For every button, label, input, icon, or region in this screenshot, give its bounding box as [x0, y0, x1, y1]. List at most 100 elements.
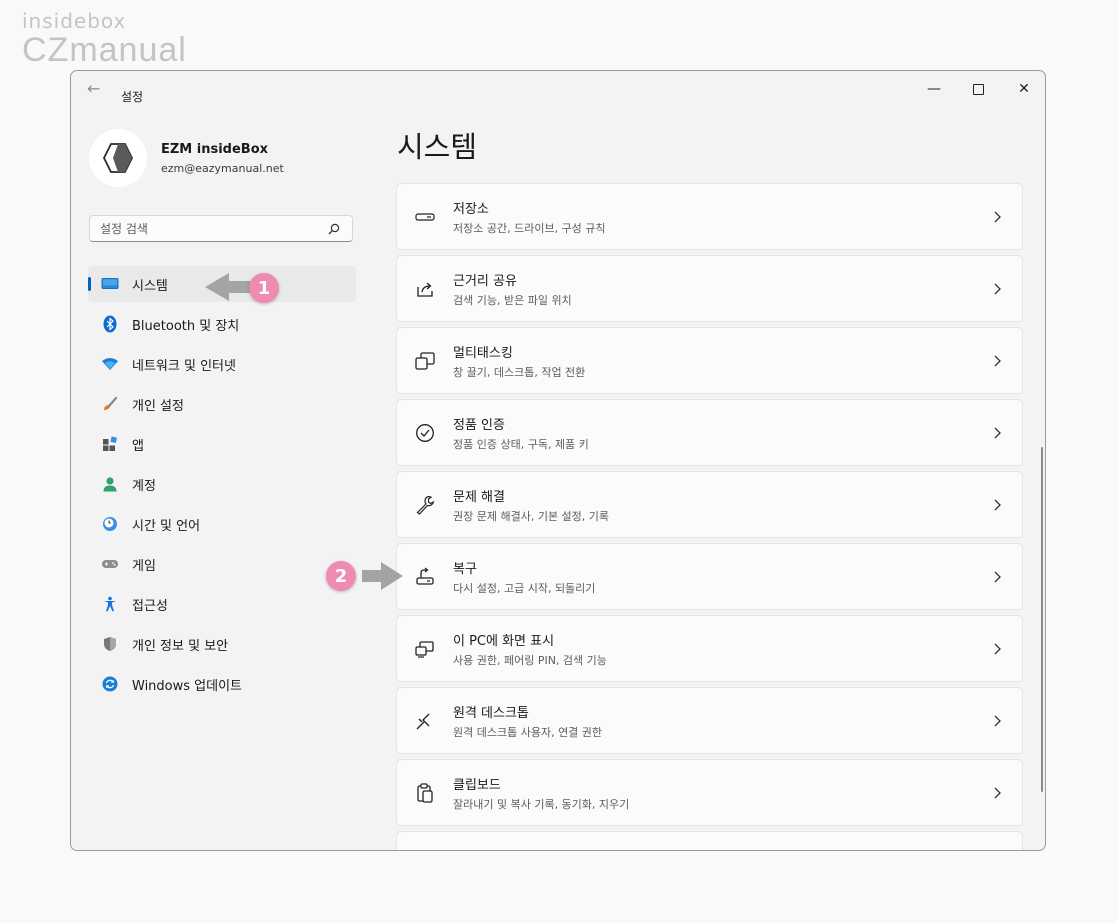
- card-subtitle: 창 끌기, 데스크톱, 작업 전환: [453, 365, 586, 379]
- card-title: 클립보드: [453, 777, 501, 793]
- shield-icon: [100, 634, 120, 654]
- search-input[interactable]: 설정 검색: [100, 220, 324, 237]
- close-button[interactable]: ✕: [1001, 75, 1045, 103]
- multitasking-icon: [413, 349, 437, 373]
- profile-name: EZM insideBox: [161, 141, 269, 157]
- annotation-arrow-2: [362, 562, 403, 590]
- card-title: 정품 인증: [453, 417, 505, 433]
- monitor-icon: [100, 274, 120, 294]
- card-troubleshoot[interactable]: 문제 해결 권장 문제 해결사, 기본 설정, 기록: [396, 471, 1023, 538]
- avatar-hexagon-icon: [103, 143, 133, 173]
- title-bar: ← 설정 — ✕: [71, 71, 1045, 105]
- clock-globe-icon: [100, 514, 120, 534]
- accessibility-icon: [100, 594, 120, 614]
- annotation-badge-2: 2: [326, 561, 356, 591]
- card-subtitle: 권장 문제 해결사, 기본 설정, 기록: [453, 509, 610, 523]
- card-recovery[interactable]: 복구 다시 설정, 고급 시작, 되돌리기: [396, 543, 1023, 610]
- card-clipboard[interactable]: 클립보드 잘라내기 및 복사 기록, 동기화, 지우기: [396, 759, 1023, 826]
- card-title: 문제 해결: [453, 489, 505, 505]
- project-icon: [413, 637, 437, 661]
- sidebar-item-apps[interactable]: 앱: [88, 426, 356, 462]
- chevron-right-icon: [990, 283, 1004, 295]
- card-project-to-pc[interactable]: 이 PC에 화면 표시 사용 권한, 페어링 PIN, 검색 기능: [396, 615, 1023, 682]
- card-activation[interactable]: 정품 인증 정품 인증 상태, 구독, 제품 키: [396, 399, 1023, 466]
- settings-window: ← 설정 — ✕ EZM insideBox ezm@eazymanual.ne…: [70, 70, 1046, 851]
- wrench-icon: [413, 493, 437, 517]
- share-icon: [413, 277, 437, 301]
- annotation-badge-1: 1: [249, 273, 279, 303]
- update-icon: [100, 674, 120, 694]
- sidebar-item-label: Windows 업데이트: [132, 678, 243, 694]
- chevron-right-icon: [990, 355, 1004, 367]
- chevron-right-icon: [990, 427, 1004, 439]
- bluetooth-icon: [100, 314, 120, 334]
- apps-icon: [100, 434, 120, 454]
- sidebar-item-privacy[interactable]: 개인 정보 및 보안: [88, 626, 356, 662]
- storage-icon: [413, 205, 437, 229]
- sidebar-item-windows-update[interactable]: Windows 업데이트: [88, 666, 356, 702]
- sidebar-item-bluetooth[interactable]: Bluetooth 및 장치: [88, 306, 356, 342]
- clipboard-icon: [413, 781, 437, 805]
- sidebar-item-time-language[interactable]: 시간 및 언어: [88, 506, 356, 542]
- card-subtitle: 원격 데스크톱 사용자, 연결 권한: [453, 725, 603, 739]
- annotation-arrow-1: [205, 273, 251, 301]
- settings-card-list: 저장소 저장소 공간, 드라이브, 구성 규칙 근거리 공유 검색 기능, 받은…: [396, 183, 1023, 850]
- search-icon[interactable]: [324, 223, 344, 235]
- card-title: 복구: [453, 561, 477, 577]
- sidebar-item-gaming[interactable]: 게임: [88, 546, 356, 582]
- card-multitasking[interactable]: 멀티태스킹 창 끌기, 데스크톱, 작업 전환: [396, 327, 1023, 394]
- sidebar-item-personalization[interactable]: 개인 설정: [88, 386, 356, 422]
- user-profile[interactable]: EZM insideBox ezm@eazymanual.net: [89, 129, 284, 187]
- watermark-small-text: insidebox: [22, 9, 127, 33]
- account-icon: [100, 474, 120, 494]
- sidebar-item-label: 개인 정보 및 보안: [132, 638, 229, 654]
- window-title: 설정: [121, 90, 144, 104]
- watermark-big-text: CZmanual: [22, 31, 187, 69]
- card-partial[interactable]: [396, 831, 1023, 850]
- avatar: [89, 129, 147, 187]
- back-arrow-icon[interactable]: ←: [87, 79, 100, 98]
- card-title: 멀티태스킹: [453, 345, 513, 361]
- close-icon: ✕: [1018, 81, 1030, 97]
- sidebar-item-label: 계정: [132, 478, 156, 494]
- minimize-button[interactable]: —: [911, 75, 957, 103]
- recovery-icon: [413, 565, 437, 589]
- sidebar-item-label: 네트워크 및 인터넷: [132, 358, 236, 374]
- sidebar-item-accounts[interactable]: 계정: [88, 466, 356, 502]
- card-subtitle: 잘라내기 및 복사 기록, 동기화, 지우기: [453, 797, 630, 811]
- sidebar-item-label: Bluetooth 및 장치: [132, 318, 240, 334]
- card-nearby-sharing[interactable]: 근거리 공유 검색 기능, 받은 파일 위치: [396, 255, 1023, 322]
- chevron-right-icon: [990, 571, 1004, 583]
- sidebar-item-label: 게임: [132, 558, 156, 574]
- maximize-button[interactable]: [955, 75, 1001, 103]
- vertical-scrollbar[interactable]: [1041, 447, 1043, 792]
- search-box[interactable]: 설정 검색: [89, 215, 353, 242]
- sidebar-item-accessibility[interactable]: 접근성: [88, 586, 356, 622]
- chevron-right-icon: [990, 643, 1004, 655]
- sidebar-item-label: 시간 및 언어: [132, 518, 201, 534]
- wifi-icon: [100, 354, 120, 374]
- card-subtitle: 정품 인증 상태, 구독, 제품 키: [453, 437, 589, 451]
- maximize-icon: [972, 83, 984, 95]
- gamepad-icon: [100, 554, 120, 574]
- card-title: 저장소: [453, 201, 489, 217]
- sidebar-item-label: 개인 설정: [132, 398, 184, 414]
- sidebar-item-label: 시스템: [132, 278, 168, 294]
- brush-icon: [100, 394, 120, 414]
- card-title: 원격 데스크톱: [453, 705, 529, 721]
- sidebar-item-network[interactable]: 네트워크 및 인터넷: [88, 346, 356, 382]
- activation-icon: [413, 421, 437, 445]
- card-title: 이 PC에 화면 표시: [453, 633, 555, 649]
- chevron-right-icon: [990, 715, 1004, 727]
- sidebar-item-label: 접근성: [132, 598, 168, 614]
- sidebar-nav: 시스템 Bluetooth 및 장치 네트워크 및 인터넷 개인 설정 앱 계정…: [88, 266, 356, 706]
- card-subtitle: 사용 권한, 페어링 PIN, 검색 기능: [453, 653, 607, 667]
- card-storage[interactable]: 저장소 저장소 공간, 드라이브, 구성 규칙: [396, 183, 1023, 250]
- page-title: 시스템: [397, 130, 478, 164]
- chevron-right-icon: [990, 499, 1004, 511]
- sidebar-item-label: 앱: [132, 438, 144, 454]
- profile-email: ezm@eazymanual.net: [161, 161, 284, 175]
- card-remote-desktop[interactable]: 원격 데스크톱 원격 데스크톱 사용자, 연결 권한: [396, 687, 1023, 754]
- card-subtitle: 검색 기능, 받은 파일 위치: [453, 293, 572, 307]
- card-subtitle: 다시 설정, 고급 시작, 되돌리기: [453, 581, 596, 595]
